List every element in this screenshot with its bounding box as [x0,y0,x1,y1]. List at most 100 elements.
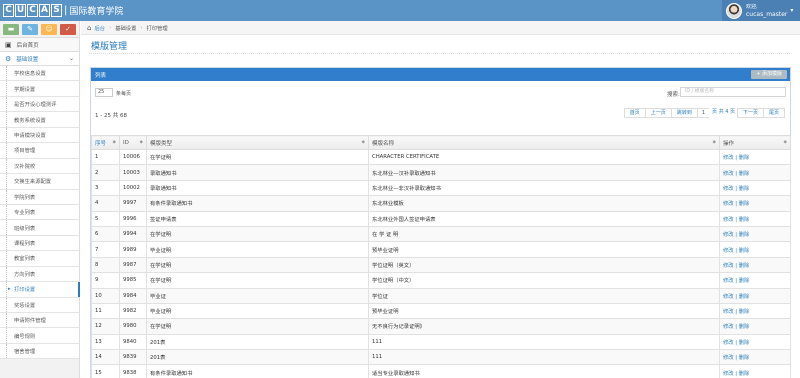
column-header-label: 序号 [95,140,107,147]
breadcrumb-item: 打印管理 [146,25,168,32]
cell-seq: 12 [91,318,120,335]
next-page-button[interactable]: 下一页 [736,108,764,118]
sidebar-item[interactable]: 宿舍管理 [0,343,79,360]
table-row: 8 9987 在学证明 学位证明（英文） 修改 | 删除 [91,256,791,274]
cell-id: 10006 [119,148,147,166]
search-label: 搜索: [667,92,680,98]
page-length-select[interactable]: 25 [95,88,113,97]
row-actions[interactable]: 修改 | 删除 [719,318,791,335]
row-actions[interactable]: 修改 | 删除 [719,241,791,258]
sidebar-section-basic-settings[interactable]: ⚙ 基础设置 ⌄ [0,52,79,66]
sidebar-item-label: 学校信息设置 [14,71,46,78]
sidebar-item[interactable]: 课程列表 [0,235,79,252]
pencil-icon[interactable]: ✎ [22,24,38,35]
cell-name: 东北林业—汉补录取通知书 [368,164,720,181]
breadcrumb-separator: › [109,24,112,31]
add-template-button[interactable]: + 添加模版 [751,70,787,79]
row-actions[interactable]: 修改 | 删除 [719,333,791,351]
sidebar-item-label: 教务系统设置 [14,117,46,124]
column-header-type[interactable]: 模版类型 ◆ [146,135,369,150]
table-row: 9 9985 在学证明 学位证明（中文） 修改 | 删除 [91,272,791,289]
sidebar-item[interactable]: 教务系统设置 [0,112,79,128]
prev-page-button[interactable]: 上一页 [644,108,672,118]
cell-name: CHARACTER CERTIFICATE [368,148,720,166]
sidebar-item[interactable]: 教室列表 [0,251,79,267]
column-header-name[interactable]: 模版名称 ◆ [368,135,720,150]
cell-type: 在学证明 [146,272,369,289]
column-header-id[interactable]: ID ◆ [119,135,147,150]
sidebar-item[interactable]: ▸ 打印设置 [0,282,80,298]
cell-type: 在学证明 [146,225,369,243]
cell-type: 201表 [146,333,369,351]
sidebar-item[interactable]: 学校信息设置 [0,66,79,82]
divider [89,53,792,54]
page-count-label: 页 共 4 页 [709,108,738,118]
sidebar-item[interactable]: 编号规则 [0,328,79,344]
brand-logo[interactable]: C U C A S | 国际教育学院 [3,2,123,18]
search-input[interactable]: ID / 模版名称 [680,87,786,97]
sidebar-item[interactable]: 申请模块设置 [0,127,79,144]
cell-name: 东北林业模板 [368,195,720,212]
row-actions[interactable]: 修改 | 删除 [719,272,791,289]
logo-letter: U [15,3,26,17]
sidebar-item-home[interactable]: ▣ 后台首页 [0,38,79,52]
row-actions[interactable]: 修改 | 删除 [719,148,791,166]
caret-down-icon: ▾ [790,7,794,14]
sidebar-item-label: 奖惩设置 [14,302,36,309]
sidebar-item[interactable]: 班级列表 [0,220,79,236]
cell-id: 9839 [119,349,147,366]
row-actions[interactable]: 修改 | 删除 [719,287,791,304]
sidebar-item-label: 编号规则 [14,333,36,340]
cell-id: 9985 [119,272,147,289]
table-info: 1 - 25 共 68 [95,113,127,119]
sidebar-item[interactable]: 学期设置 [0,81,79,97]
row-actions[interactable]: 修改 | 删除 [719,164,791,181]
table-row: 3 10002 录取通知书 东北林业—非汉补录取通知书 修改 | 删除 [91,179,791,197]
cell-id: 9840 [119,333,147,351]
cell-seq: 2 [91,164,120,181]
sidebar-item[interactable]: 专业列表 [0,204,79,221]
sidebar-item[interactable]: 项目管理 [0,143,79,159]
row-actions[interactable]: 修改 | 删除 [719,195,791,212]
table-row: 4 9997 有条件录取通知书 东北林业模板 修改 | 删除 [91,195,791,212]
row-actions[interactable]: 修改 | 删除 [719,256,791,274]
logo-letter: A [39,3,50,17]
jump-to-button[interactable]: 跳转到 [670,108,698,118]
row-actions[interactable]: 修改 | 删除 [719,179,791,197]
sidebar-item-label: 班级列表 [14,225,36,232]
list-panel: 列表 + 添加模版 25 条每页 搜索: ID / 模版名称 1 - 25 共 … [90,67,791,378]
cogs-icon[interactable]: ✓ [60,24,76,35]
sidebar-item-label: 学期设置 [14,86,36,93]
column-header-label: 操作 [723,140,735,147]
sidebar-item[interactable]: 汉补院校 [0,158,79,175]
column-header-label: 模版名称 [372,140,395,147]
cell-type: 在学证明 [146,318,369,335]
row-actions[interactable]: 修改 | 删除 [719,210,791,227]
column-header-seq[interactable]: 序号 ◆ [91,135,120,150]
dashboard-icon: ▣ [5,40,12,49]
sidebar-item[interactable]: 方向列表 [0,266,79,283]
table-body: 1 10006 在学证明 CHARACTER CERTIFICATE 修改 | 删除 2 1… [91,148,791,378]
sidebar-item[interactable]: 学院列表 [0,189,79,205]
cell-id: 9984 [119,287,147,304]
row-actions[interactable]: 修改 | 删除 [719,349,791,366]
first-page-button[interactable]: 首页 [623,108,646,118]
cell-id: 10003 [119,164,147,181]
row-actions[interactable]: 修改 | 删除 [719,302,791,320]
sidebar-item[interactable]: 奖惩设置 [0,297,79,313]
table-row: 10 9984 毕业证 学位证 修改 | 删除 [91,287,791,304]
column-header-ops[interactable]: 操作 ◆ [719,135,791,150]
row-actions[interactable]: 修改 | 删除 [719,225,791,243]
row-actions[interactable]: 修改 | 删除 [719,364,791,378]
breadcrumb-home-link[interactable]: 后台 [94,24,105,32]
sidebar-item[interactable]: 是否开设心理测评 [0,96,79,113]
signal-icon[interactable]: ▬ [3,24,19,35]
user-menu[interactable]: 欢迎, cucas_master ▾ [722,0,800,21]
sidebar-item[interactable]: 申请附件管理 [0,313,79,329]
users-icon[interactable]: ☺ [41,24,57,35]
cell-seq: 13 [91,333,120,351]
sidebar-item[interactable]: 交换生来源配置 [0,174,79,190]
cell-id: 9994 [119,225,147,243]
table-row: 11 9982 毕业证明 预毕业证明 修改 | 删除 [91,302,791,320]
last-page-button[interactable]: 尾页 [762,108,785,118]
